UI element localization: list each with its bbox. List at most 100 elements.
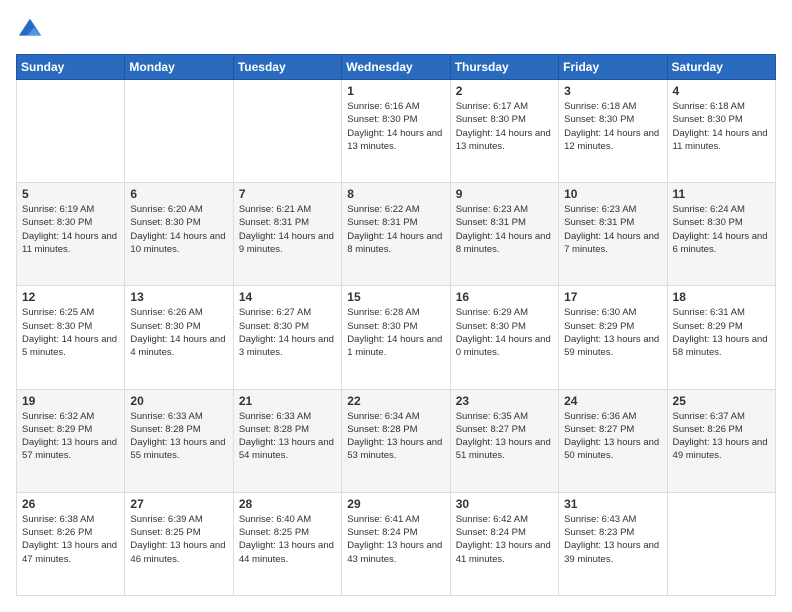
day-number: 26 [22, 497, 119, 511]
day-number: 17 [564, 290, 661, 304]
calendar-cell: 21 Sunrise: 6:33 AMSunset: 8:28 PMDayligh… [233, 389, 341, 492]
calendar-cell: 18Sunrise: 6:31 AMSunset: 8:29 PMDayligh… [667, 286, 775, 389]
calendar-cell: 25 Sunrise: 6:37 AMSunset: 8:26 PMDayligh… [667, 389, 775, 492]
day-info: Sunrise: 6:40 AMSunset: 8:25 PMDaylight:… [239, 513, 336, 566]
calendar-cell: 5 Sunrise: 6:19 AMSunset: 8:30 PMDaylight… [17, 183, 125, 286]
day-number: 16 [456, 290, 553, 304]
calendar-cell: 20 Sunrise: 6:33 AMSunset: 8:28 PMDayligh… [125, 389, 233, 492]
calendar-cell: 27 Sunrise: 6:39 AMSunset: 8:25 PMDayligh… [125, 492, 233, 595]
day-number: 28 [239, 497, 336, 511]
calendar-table: SundayMondayTuesdayWednesdayThursdayFrid… [16, 54, 776, 596]
calendar-cell: 15 Sunrise: 6:28 AMSunset: 8:30 PMDayligh… [342, 286, 450, 389]
calendar-cell: 28 Sunrise: 6:40 AMSunset: 8:25 PMDayligh… [233, 492, 341, 595]
day-info: Sunrise: 6:29 AMSunset: 8:30 PMDaylight:… [456, 306, 553, 359]
day-number: 14 [239, 290, 336, 304]
logo [16, 16, 48, 44]
calendar-cell: 7Sunrise: 6:21 AMSunset: 8:31 PMDaylight… [233, 183, 341, 286]
calendar-header-tuesday: Tuesday [233, 55, 341, 80]
calendar-cell: 24 Sunrise: 6:36 AMSunset: 8:27 PMDayligh… [559, 389, 667, 492]
calendar-cell: 4 Sunrise: 6:18 AMSunset: 8:30 PMDaylight… [667, 80, 775, 183]
calendar-cell: 19Sunrise: 6:32 AMSunset: 8:29 PMDayligh… [17, 389, 125, 492]
calendar-week-3: 12Sunrise: 6:25 AMSunset: 8:30 PMDayligh… [17, 286, 776, 389]
day-info: Sunrise: 6:23 AMSunset: 8:31 PMDaylight:… [456, 203, 553, 256]
day-info: Sunrise: 6:30 AMSunset: 8:29 PMDaylight:… [564, 306, 661, 359]
day-info: Sunrise: 6:27 AMSunset: 8:30 PMDaylight:… [239, 306, 336, 359]
day-number: 6 [130, 187, 227, 201]
calendar-header-friday: Friday [559, 55, 667, 80]
calendar-cell: 9 Sunrise: 6:23 AMSunset: 8:31 PMDaylight… [450, 183, 558, 286]
calendar-cell: 12Sunrise: 6:25 AMSunset: 8:30 PMDayligh… [17, 286, 125, 389]
calendar-cell: 22 Sunrise: 6:34 AMSunset: 8:28 PMDayligh… [342, 389, 450, 492]
day-info: Sunrise: 6:26 AMSunset: 8:30 PMDaylight:… [130, 306, 227, 359]
day-number: 25 [673, 394, 770, 408]
calendar-cell: 31 Sunrise: 6:43 AMSunset: 8:23 PMDayligh… [559, 492, 667, 595]
day-info: Sunrise: 6:36 AMSunset: 8:27 PMDaylight:… [564, 410, 661, 463]
calendar-cell [233, 80, 341, 183]
day-number: 15 [347, 290, 444, 304]
day-number: 31 [564, 497, 661, 511]
day-info: Sunrise: 6:16 AMSunset: 8:30 PMDaylight:… [347, 100, 444, 153]
day-info: Sunrise: 6:34 AMSunset: 8:28 PMDaylight:… [347, 410, 444, 463]
calendar-week-4: 19Sunrise: 6:32 AMSunset: 8:29 PMDayligh… [17, 389, 776, 492]
calendar-cell: 11Sunrise: 6:24 AMSunset: 8:30 PMDayligh… [667, 183, 775, 286]
day-info: Sunrise: 6:41 AMSunset: 8:24 PMDaylight:… [347, 513, 444, 566]
calendar-cell: 23Sunrise: 6:35 AMSunset: 8:27 PMDayligh… [450, 389, 558, 492]
day-info: Sunrise: 6:39 AMSunset: 8:25 PMDaylight:… [130, 513, 227, 566]
calendar-cell: 3Sunrise: 6:18 AMSunset: 8:30 PMDaylight… [559, 80, 667, 183]
calendar-cell: 30 Sunrise: 6:42 AMSunset: 8:24 PMDayligh… [450, 492, 558, 595]
day-number: 27 [130, 497, 227, 511]
day-number: 3 [564, 84, 661, 98]
calendar-cell: 14 Sunrise: 6:27 AMSunset: 8:30 PMDayligh… [233, 286, 341, 389]
day-number: 8 [347, 187, 444, 201]
calendar-cell [667, 492, 775, 595]
day-number: 24 [564, 394, 661, 408]
calendar-cell: 13 Sunrise: 6:26 AMSunset: 8:30 PMDayligh… [125, 286, 233, 389]
day-number: 10 [564, 187, 661, 201]
day-number: 30 [456, 497, 553, 511]
calendar-cell: 29 Sunrise: 6:41 AMSunset: 8:24 PMDayligh… [342, 492, 450, 595]
calendar-cell [17, 80, 125, 183]
calendar-cell: 26 Sunrise: 6:38 AMSunset: 8:26 PMDayligh… [17, 492, 125, 595]
day-number: 20 [130, 394, 227, 408]
day-number: 29 [347, 497, 444, 511]
day-info: Sunrise: 6:33 AMSunset: 8:28 PMDaylight:… [239, 410, 336, 463]
calendar-header-saturday: Saturday [667, 55, 775, 80]
calendar-week-5: 26 Sunrise: 6:38 AMSunset: 8:26 PMDayligh… [17, 492, 776, 595]
day-info: Sunrise: 6:42 AMSunset: 8:24 PMDaylight:… [456, 513, 553, 566]
day-info: Sunrise: 6:19 AMSunset: 8:30 PMDaylight:… [22, 203, 119, 256]
day-number: 13 [130, 290, 227, 304]
calendar-cell: 10Sunrise: 6:23 AMSunset: 8:31 PMDayligh… [559, 183, 667, 286]
page: SundayMondayTuesdayWednesdayThursdayFrid… [0, 0, 792, 612]
day-number: 23 [456, 394, 553, 408]
day-number: 21 [239, 394, 336, 408]
calendar-cell: 1Sunrise: 6:16 AMSunset: 8:30 PMDaylight… [342, 80, 450, 183]
day-info: Sunrise: 6:18 AMSunset: 8:30 PMDaylight:… [673, 100, 770, 153]
day-number: 2 [456, 84, 553, 98]
day-info: Sunrise: 6:20 AMSunset: 8:30 PMDaylight:… [130, 203, 227, 256]
day-info: Sunrise: 6:28 AMSunset: 8:30 PMDaylight:… [347, 306, 444, 359]
day-number: 9 [456, 187, 553, 201]
day-info: Sunrise: 6:24 AMSunset: 8:30 PMDaylight:… [673, 203, 770, 256]
calendar-header-row: SundayMondayTuesdayWednesdayThursdayFrid… [17, 55, 776, 80]
calendar-cell: 6 Sunrise: 6:20 AMSunset: 8:30 PMDaylight… [125, 183, 233, 286]
day-number: 22 [347, 394, 444, 408]
day-info: Sunrise: 6:21 AMSunset: 8:31 PMDaylight:… [239, 203, 336, 256]
header [16, 16, 776, 44]
day-info: Sunrise: 6:43 AMSunset: 8:23 PMDaylight:… [564, 513, 661, 566]
calendar-week-2: 5 Sunrise: 6:19 AMSunset: 8:30 PMDaylight… [17, 183, 776, 286]
day-info: Sunrise: 6:33 AMSunset: 8:28 PMDaylight:… [130, 410, 227, 463]
day-number: 18 [673, 290, 770, 304]
calendar-header-wednesday: Wednesday [342, 55, 450, 80]
calendar-header-thursday: Thursday [450, 55, 558, 80]
day-number: 5 [22, 187, 119, 201]
calendar-week-1: 1Sunrise: 6:16 AMSunset: 8:30 PMDaylight… [17, 80, 776, 183]
day-number: 4 [673, 84, 770, 98]
calendar-header-monday: Monday [125, 55, 233, 80]
day-number: 12 [22, 290, 119, 304]
day-info: Sunrise: 6:38 AMSunset: 8:26 PMDaylight:… [22, 513, 119, 566]
calendar-cell: 16 Sunrise: 6:29 AMSunset: 8:30 PMDayligh… [450, 286, 558, 389]
logo-icon [16, 16, 44, 44]
day-info: Sunrise: 6:37 AMSunset: 8:26 PMDaylight:… [673, 410, 770, 463]
calendar-cell: 8Sunrise: 6:22 AMSunset: 8:31 PMDaylight… [342, 183, 450, 286]
calendar-cell [125, 80, 233, 183]
